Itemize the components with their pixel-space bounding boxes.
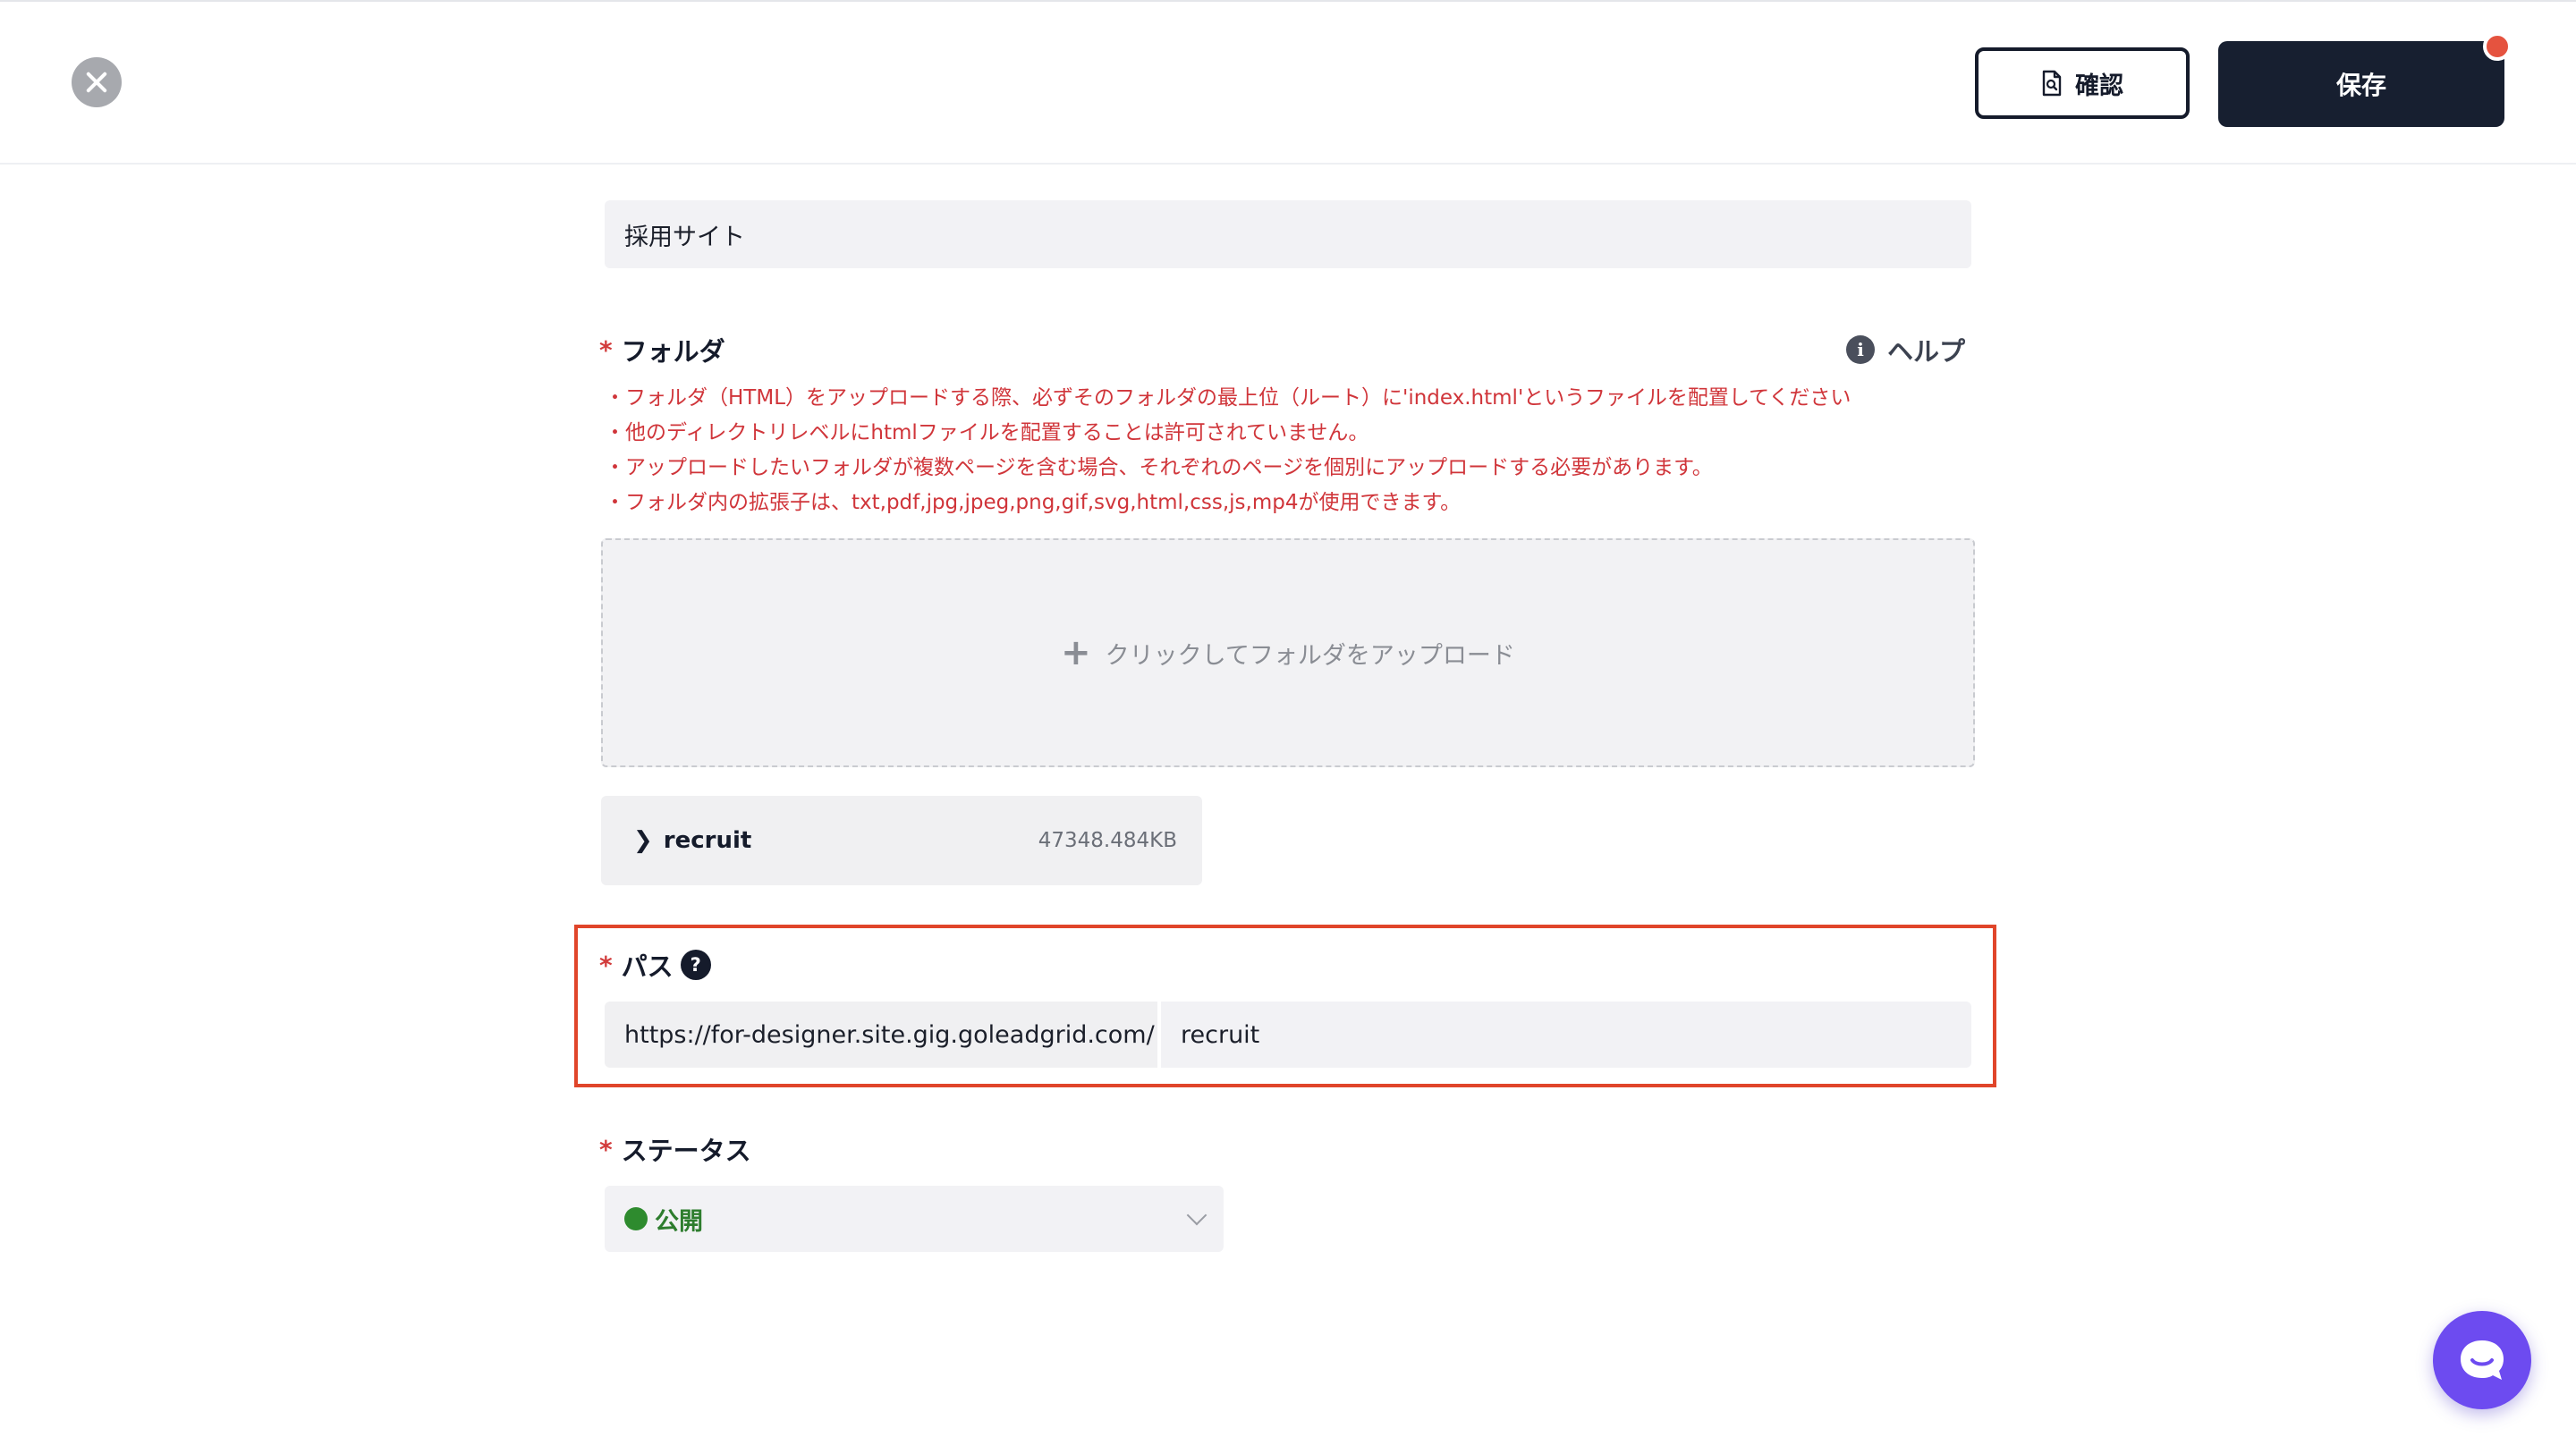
folder-size: 47348.484KB <box>1038 829 1177 852</box>
info-icon: i <box>1846 335 1875 364</box>
required-mark: * <box>599 950 613 980</box>
save-button[interactable]: 保存 <box>2218 32 2512 127</box>
chevron-down-icon <box>1186 1205 1208 1226</box>
status-label-text: ステータス <box>621 1136 751 1166</box>
question-icon[interactable]: ? <box>680 950 711 980</box>
close-button[interactable] <box>72 57 122 107</box>
confirm-button[interactable]: 確認 <box>1975 47 2190 119</box>
status-selected: 公開 <box>655 1207 703 1236</box>
header-bar: 確認 保存 <box>0 2 2576 165</box>
folder-note: ・フォルダ内の拡張子は、txt,pdf,jpg,jpeg,png,gif,svg… <box>605 491 1462 514</box>
folder-label: * フォルダ <box>599 331 725 368</box>
chat-icon <box>2457 1337 2507 1383</box>
path-label-text: パス <box>621 951 674 982</box>
folder-label-text: フォルダ <box>621 336 725 367</box>
uploaded-folder-row[interactable]: ❯ recruit 47348.484KB <box>601 796 1202 885</box>
document-search-icon <box>2041 70 2063 97</box>
status-select[interactable]: 公開 <box>605 1186 1224 1252</box>
folder-notes: ・フォルダ（HTML）をアップロードする際、必ずそのフォルダの最上位（ルート）に… <box>605 381 1982 520</box>
plus-icon: + <box>1061 632 1091 673</box>
help-label: ヘルプ <box>1887 336 1966 367</box>
folder-note: ・フォルダ（HTML）をアップロードする際、必ずそのフォルダの最上位（ルート）に… <box>605 386 1852 410</box>
path-prefix: https://for-designer.site.gig.goleadgrid… <box>605 1002 1157 1068</box>
folder-upload-dropzone[interactable]: + クリックしてフォルダをアップロード <box>601 538 1975 767</box>
folder-note: ・他のディレクトリレベルにhtmlファイルを配置することは許可されていません。 <box>605 421 1369 444</box>
status-label: * ステータス <box>599 1130 751 1168</box>
site-name-value: 採用サイト <box>624 223 745 251</box>
path-prefix-text: https://for-designer.site.gig.goleadgrid… <box>624 1020 1155 1049</box>
status-dot <box>624 1207 648 1230</box>
chevron-right-icon[interactable]: ❯ <box>633 827 653 854</box>
folder-note: ・アップロードしたいフォルダが複数ページを含む場合、それぞれのページを個別にアッ… <box>605 456 1713 479</box>
upload-label: クリックしてフォルダをアップロード <box>1105 641 1515 670</box>
required-mark: * <box>599 334 613 365</box>
help-link[interactable]: i ヘルプ <box>1846 331 1965 368</box>
confirm-label: 確認 <box>2075 72 2123 100</box>
chat-button[interactable] <box>2433 1311 2531 1409</box>
notification-dot <box>2483 32 2512 61</box>
folder-name: recruit <box>663 827 752 854</box>
save-label: 保存 <box>2335 71 2386 100</box>
site-name-field[interactable]: 採用サイト <box>605 200 1971 268</box>
required-mark: * <box>599 1134 613 1164</box>
path-input[interactable] <box>1161 1002 1971 1068</box>
path-label: * パス ? <box>599 946 711 984</box>
